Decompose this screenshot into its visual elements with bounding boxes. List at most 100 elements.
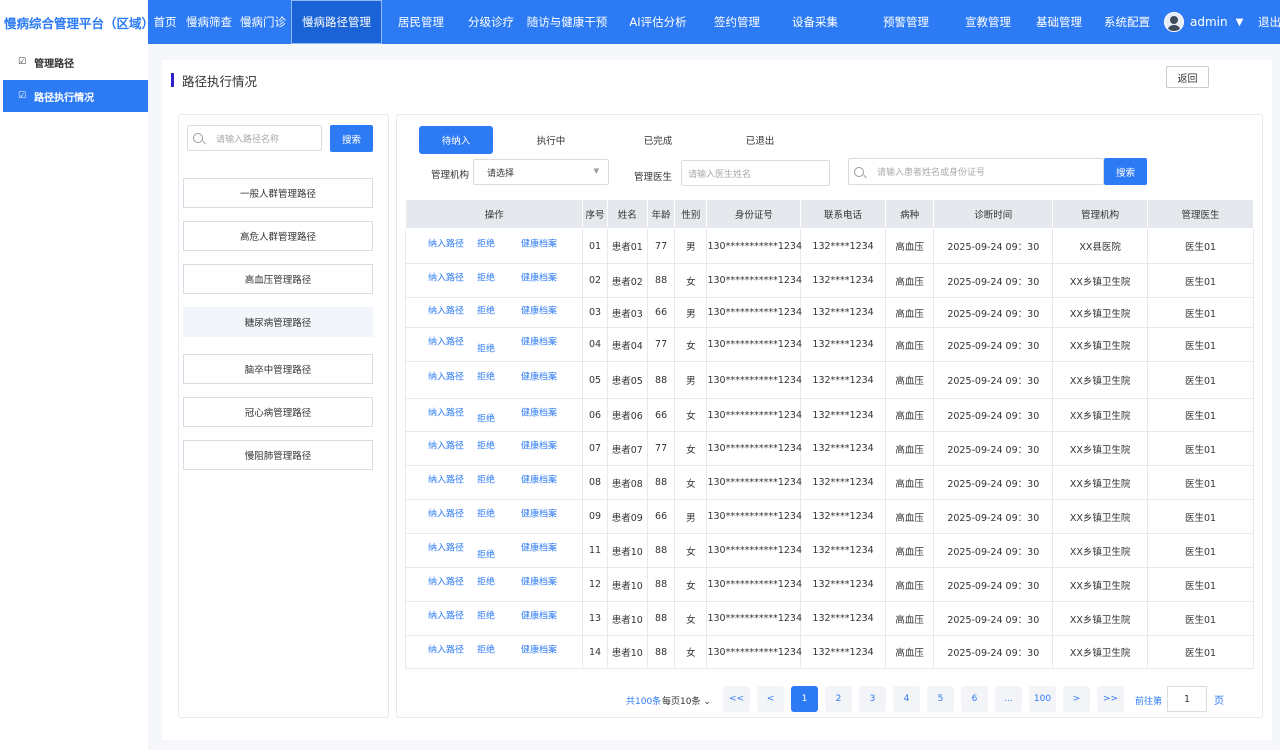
reject-link[interactable]: 拒绝 bbox=[477, 370, 495, 383]
nav-alerts[interactable]: 预警管理 bbox=[866, 0, 946, 44]
reject-link[interactable]: 拒绝 bbox=[477, 271, 495, 284]
side-item-label: 管理路径 bbox=[34, 58, 75, 70]
reject-link[interactable]: 拒绝 bbox=[477, 547, 495, 560]
health-record-link[interactable]: 健康档案 bbox=[521, 370, 557, 383]
page-button-4[interactable]: 4 bbox=[893, 686, 920, 712]
include-path-link[interactable]: 纳入路径 bbox=[428, 473, 464, 486]
reject-link[interactable]: 拒绝 bbox=[477, 439, 495, 452]
nav-basic[interactable]: 基础管理 bbox=[1024, 0, 1094, 44]
health-record-link[interactable]: 健康档案 bbox=[521, 609, 557, 622]
cell-phone: 132****1234 bbox=[800, 499, 886, 534]
page-button-100[interactable]: 100 bbox=[1029, 686, 1056, 712]
nav-screening[interactable]: 慢病筛查 bbox=[184, 0, 234, 44]
reject-link[interactable]: 拒绝 bbox=[477, 642, 495, 655]
include-path-link[interactable]: 纳入路径 bbox=[428, 439, 464, 452]
reject-link[interactable]: 拒绝 bbox=[477, 507, 495, 520]
tab-exited[interactable]: 已退出 bbox=[723, 126, 797, 154]
include-path-link[interactable]: 纳入路径 bbox=[428, 642, 464, 655]
reject-link[interactable]: 拒绝 bbox=[477, 609, 495, 622]
nav-education[interactable]: 宣教管理 bbox=[952, 0, 1024, 44]
cell-actions: 纳入路径 拒绝 健康档案 bbox=[404, 297, 584, 328]
nav-home[interactable]: 首页 bbox=[148, 0, 182, 44]
patient-search-input[interactable]: 请输入患者姓名或身份证号 bbox=[848, 158, 1104, 185]
user-menu[interactable]: admin ▼ bbox=[1164, 0, 1243, 44]
tab-completed[interactable]: 已完成 bbox=[621, 126, 695, 154]
nav-ai-analysis[interactable]: AI评估分析 bbox=[612, 0, 704, 44]
reject-link[interactable]: 拒绝 bbox=[477, 303, 495, 316]
include-path-link[interactable]: 纳入路径 bbox=[428, 303, 464, 316]
reject-link[interactable]: 拒绝 bbox=[477, 575, 495, 588]
logout-link[interactable]: 退出 bbox=[1258, 0, 1280, 44]
health-record-link[interactable]: 健康档案 bbox=[521, 473, 557, 486]
doctor-input[interactable]: 请输入医生姓名 bbox=[681, 160, 830, 186]
reject-link[interactable]: 拒绝 bbox=[477, 412, 495, 425]
patient-search-button[interactable]: 搜索 bbox=[1104, 158, 1147, 185]
health-record-link[interactable]: 健康档案 bbox=[521, 575, 557, 588]
path-item-high-risk[interactable]: 高危人群管理路径 bbox=[183, 221, 373, 251]
health-record-link[interactable]: 健康档案 bbox=[521, 439, 557, 452]
page-button-2[interactable]: 2 bbox=[825, 686, 852, 712]
goto-page-input[interactable]: 1 bbox=[1167, 686, 1207, 712]
last-page-button[interactable]: >> bbox=[1097, 686, 1124, 712]
health-record-link[interactable]: 健康档案 bbox=[521, 236, 557, 249]
org-select[interactable]: 请选择 ▼ bbox=[473, 159, 609, 185]
reject-link[interactable]: 拒绝 bbox=[477, 341, 495, 354]
patient-table: 操作 序号 姓名 年龄 性别 身份证号 联系电话 病种 诊断时间 管理机构 管理… bbox=[404, 199, 1254, 669]
path-item-hypertension[interactable]: 高血压管理路径 bbox=[183, 264, 373, 294]
path-search-input[interactable]: 请输入路径名称 bbox=[187, 125, 322, 151]
include-path-link[interactable]: 纳入路径 bbox=[428, 609, 464, 622]
reject-link[interactable]: 拒绝 bbox=[477, 236, 495, 249]
nav-followup[interactable]: 随访与健康干预 bbox=[524, 0, 610, 44]
path-item-copd[interactable]: 慢阻肺管理路径 bbox=[183, 440, 373, 470]
include-path-link[interactable]: 纳入路径 bbox=[428, 541, 464, 554]
health-record-link[interactable]: 健康档案 bbox=[521, 335, 557, 348]
col-id: 身份证号 bbox=[706, 199, 802, 229]
next-page-button[interactable]: > bbox=[1063, 686, 1090, 712]
page-button-1[interactable]: 1 bbox=[791, 686, 818, 712]
health-record-link[interactable]: 健康档案 bbox=[521, 642, 557, 655]
reject-link[interactable]: 拒绝 bbox=[477, 473, 495, 486]
include-path-link[interactable]: 纳入路径 bbox=[428, 335, 464, 348]
nav-devices[interactable]: 设备采集 bbox=[776, 0, 854, 44]
path-item-diabetes[interactable]: 糖尿病管理路径 bbox=[183, 307, 373, 337]
nav-residents[interactable]: 居民管理 bbox=[384, 0, 458, 44]
health-record-link[interactable]: 健康档案 bbox=[521, 507, 557, 520]
include-path-link[interactable]: 纳入路径 bbox=[428, 575, 464, 588]
page-ellipsis[interactable]: ... bbox=[995, 686, 1022, 712]
nav-path-management[interactable]: 慢病路径管理 bbox=[291, 0, 382, 44]
health-record-link[interactable]: 健康档案 bbox=[521, 405, 557, 418]
cell-doctor: 医生01 bbox=[1147, 465, 1254, 500]
cell-age: 66 bbox=[646, 297, 676, 328]
path-item-coronary[interactable]: 冠心病管理路径 bbox=[183, 397, 373, 427]
tab-in-progress[interactable]: 执行中 bbox=[514, 126, 588, 154]
path-item-general[interactable]: 一般人群管理路径 bbox=[183, 178, 373, 208]
back-button[interactable]: 返回 bbox=[1166, 66, 1209, 88]
health-record-link[interactable]: 健康档案 bbox=[521, 541, 557, 554]
page-button-5[interactable]: 5 bbox=[927, 686, 954, 712]
path-item-stroke[interactable]: 脑卒中管理路径 bbox=[183, 354, 373, 384]
nav-contract[interactable]: 签约管理 bbox=[698, 0, 776, 44]
nav-referral[interactable]: 分级诊疗 bbox=[460, 0, 522, 44]
nav-clinic[interactable]: 慢病门诊 bbox=[236, 0, 290, 44]
tab-pending[interactable]: 待纳入 bbox=[419, 126, 493, 154]
page-button-6[interactable]: 6 bbox=[961, 686, 988, 712]
nav-settings[interactable]: 系统配置 bbox=[1100, 0, 1154, 44]
page-size-select[interactable]: 每页10条 ⌄ bbox=[662, 694, 711, 707]
side-item-path-execution[interactable]: ☑ 路径执行情况 bbox=[3, 80, 148, 112]
include-path-link[interactable]: 纳入路径 bbox=[428, 271, 464, 284]
table-row: 纳入路径 拒绝 健康档案 01 患者01 77 男 130***********1234 132… bbox=[404, 228, 1254, 264]
page-button-3[interactable]: 3 bbox=[859, 686, 886, 712]
cell-org: XX县医院 bbox=[1052, 228, 1149, 264]
health-record-link[interactable]: 健康档案 bbox=[521, 271, 557, 284]
prev-page-button[interactable]: < bbox=[757, 686, 784, 712]
include-path-link[interactable]: 纳入路径 bbox=[428, 405, 464, 418]
include-path-link[interactable]: 纳入路径 bbox=[428, 370, 464, 383]
health-record-link[interactable]: 健康档案 bbox=[521, 303, 557, 316]
path-search-button[interactable]: 搜索 bbox=[330, 125, 373, 152]
cell-age: 77 bbox=[646, 327, 676, 362]
include-path-link[interactable]: 纳入路径 bbox=[428, 236, 464, 249]
col-sex: 性别 bbox=[674, 199, 708, 229]
include-path-link[interactable]: 纳入路径 bbox=[428, 507, 464, 520]
first-page-button[interactable]: << bbox=[723, 686, 750, 712]
side-item-manage-path[interactable]: ☑ 管理路径 bbox=[3, 46, 148, 78]
